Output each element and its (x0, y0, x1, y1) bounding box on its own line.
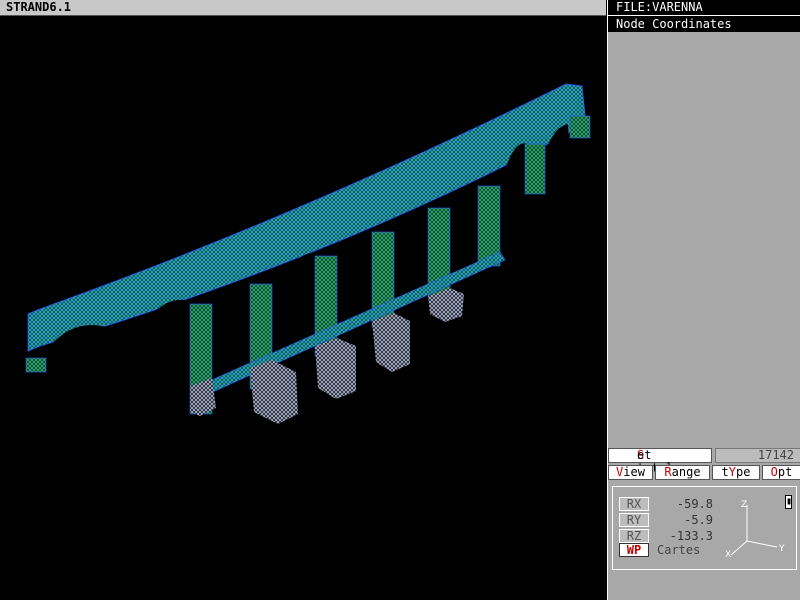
rz-button[interactable]: RZ (619, 529, 649, 543)
menu-opt-label: pt (777, 465, 793, 479)
mode-bar: Node Coordinates (608, 15, 800, 32)
axis-triad-icon: Z Y X (725, 500, 785, 559)
menu-type[interactable]: tYpe (712, 465, 760, 480)
app-title: STRAND6.1 (6, 0, 72, 14)
control-panel: FILE:VARENNA Node Coordinates Set total … (607, 0, 800, 600)
menu-range[interactable]: Range (655, 465, 710, 480)
menu-range-hotkey: R (664, 465, 672, 479)
menu-view-label: iew (623, 465, 645, 479)
menu-type-prefix: t (721, 465, 729, 479)
set-total-value: 17142 (715, 448, 800, 463)
rz-value: -133.3 (669, 529, 713, 543)
menu-type-label: pe (736, 465, 751, 479)
mode-label: Node Coordinates (616, 17, 732, 31)
ry-value: -5.9 (684, 513, 713, 527)
set-total-button[interactable]: Set total (608, 448, 712, 475)
menu-range-label: ange (671, 465, 701, 479)
file-bar: FILE:VARENNA (608, 0, 800, 15)
menu-type-hotkey: Y (728, 465, 736, 479)
menu-opt[interactable]: Opt (762, 465, 800, 480)
coord-system-label: Cartes (657, 543, 701, 557)
rx-value: -59.8 (676, 497, 713, 511)
axis-y-label: Y (778, 544, 785, 554)
lock-toggle-icon[interactable]: ▮ (785, 495, 792, 509)
axis-z-label: Z (741, 500, 747, 510)
model-viewport[interactable] (0, 16, 606, 600)
rx-button[interactable]: RX (619, 497, 649, 511)
ry-button[interactable]: RY (619, 513, 649, 527)
menu-opt-hotkey: O (770, 465, 778, 479)
menu-view[interactable]: View (608, 465, 653, 480)
wp-button[interactable]: WP (619, 543, 649, 557)
axis-x-label: X (725, 550, 731, 559)
view-rotation-box: RX -59.8 RY -5.9 RZ -133.3 WP Cartes Z Y… (612, 486, 797, 570)
title-bar: STRAND6.1 (0, 0, 606, 16)
bridge-wireframe (25, 83, 591, 424)
file-label: FILE:VARENNA (616, 0, 703, 14)
